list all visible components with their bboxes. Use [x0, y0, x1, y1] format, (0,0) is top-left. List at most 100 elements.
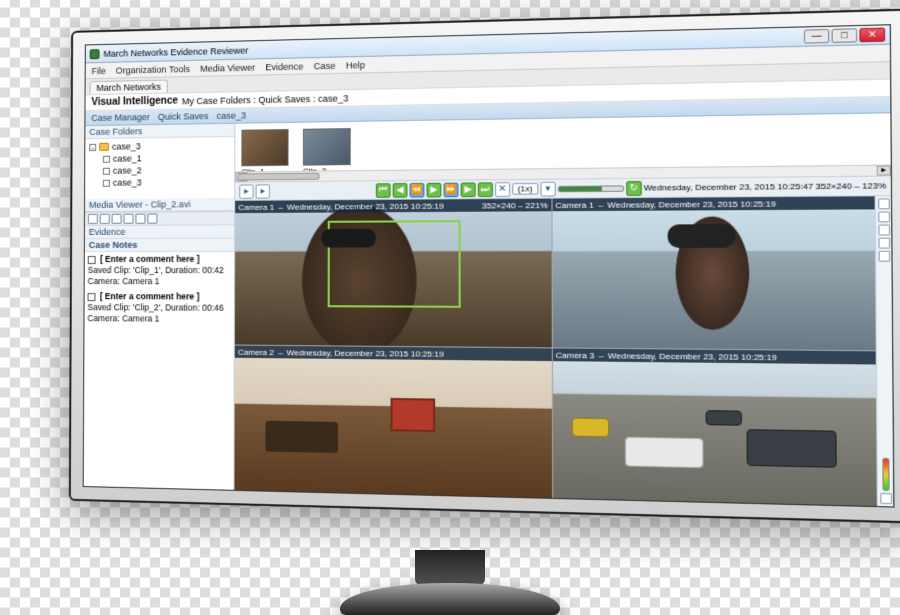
- camera-label: Camera 3: [556, 350, 595, 360]
- tab-march-networks[interactable]: March Networks: [89, 80, 167, 95]
- media-mini-toolbar: [85, 211, 234, 226]
- case-folders-tree[interactable]: - case_3 case_1 case_2 case_3: [85, 137, 234, 199]
- note-line: Saved Clip: 'Clip_1', Duration: 00:42: [88, 265, 224, 275]
- playback-speed[interactable]: (1x): [512, 183, 538, 195]
- grid-1-icon[interactable]: [88, 214, 98, 224]
- file-icon: [103, 155, 110, 162]
- annotate-icon[interactable]: [878, 238, 890, 249]
- folder-icon: [99, 143, 109, 151]
- step-back-icon[interactable]: ◀: [393, 183, 408, 198]
- minimize-button[interactable]: —: [804, 29, 829, 44]
- vehicle-icon: [706, 410, 742, 426]
- scroll-thumb[interactable]: [237, 173, 319, 181]
- camera-label: Camera 1: [555, 200, 594, 210]
- camera-header: Camera 1 – Wednesday, December 23, 2015 …: [235, 199, 551, 213]
- monitor-stand: [340, 550, 560, 615]
- vehicle-icon: [625, 436, 704, 468]
- progress-bar[interactable]: [558, 185, 624, 192]
- brand-label: Visual Intelligence: [91, 95, 178, 108]
- quick-saves-label[interactable]: Quick Saves: [158, 111, 209, 122]
- marker-b-icon[interactable]: ▸: [256, 184, 270, 198]
- scroll-right-icon[interactable]: ►: [877, 166, 891, 176]
- checkbox-icon[interactable]: [88, 293, 96, 301]
- marker-a-icon[interactable]: ▸: [239, 184, 253, 198]
- camera-timestamp: Wednesday, December 23, 2015 10:25:19: [608, 199, 776, 210]
- menu-organization-tools[interactable]: Organization Tools: [116, 63, 190, 75]
- camera-timestamp: Wednesday, December 23, 2015 10:25:19: [608, 351, 777, 362]
- folder-label: case_3: [112, 140, 141, 152]
- folder-label: case_1: [113, 152, 142, 164]
- menu-file[interactable]: File: [92, 65, 106, 75]
- file-icon: [103, 167, 110, 174]
- thumbnail-image: [303, 128, 351, 166]
- window-title: March Networks Evidence Reviewer: [103, 45, 248, 59]
- clip-thumbnail[interactable]: Clip_1: [241, 128, 288, 175]
- evidence-title: Evidence: [85, 225, 234, 239]
- skip-end-icon[interactable]: ⏭: [478, 182, 493, 197]
- camera-cell-1[interactable]: Camera 1 – Wednesday, December 23, 2015 …: [235, 199, 551, 348]
- zoom-out-icon[interactable]: [147, 214, 157, 224]
- grid-4-icon[interactable]: [100, 214, 110, 224]
- camera-cell-1b[interactable]: Camera 1 – Wednesday, December 23, 2015 …: [552, 196, 892, 350]
- menu-media-viewer[interactable]: Media Viewer: [200, 62, 255, 73]
- playback-left-tools: ▸ ▸: [235, 182, 276, 201]
- record-icon[interactable]: [878, 211, 890, 222]
- camera-timestamp: Wednesday, December 23, 2015 10:25:19: [287, 201, 444, 211]
- case-note[interactable]: [ Enter a comment here ] Saved Clip: 'Cl…: [88, 254, 231, 288]
- breadcrumb-path: My Case Folders : Quick Saves : case_3: [182, 93, 348, 106]
- file-icon: [103, 179, 110, 186]
- person-icon[interactable]: ✕: [495, 182, 510, 197]
- camera-resolution: 352×240 – 221%: [482, 200, 548, 210]
- note-line: Camera: Camera 1: [87, 313, 159, 324]
- right-tool-strip: [875, 196, 894, 506]
- note-line: Camera: Camera 1: [88, 276, 160, 286]
- camera-label: Camera 2: [238, 347, 274, 357]
- monitor-bezel: March Networks Evidence Reviewer — □ ✕ F…: [69, 9, 900, 524]
- export-icon[interactable]: [878, 251, 890, 262]
- snapshot-icon[interactable]: [878, 198, 890, 209]
- note-line: Saved Clip: 'Clip_2', Duration: 00:46: [87, 302, 223, 313]
- level-meter-icon: [882, 458, 889, 491]
- play-icon[interactable]: ▶: [426, 182, 441, 197]
- camera-cell-3[interactable]: Camera 3 – Wednesday, December 23, 2015 …: [552, 348, 893, 506]
- menu-evidence[interactable]: Evidence: [265, 61, 303, 72]
- toolbar-resolution: 352×240 – 123%: [816, 181, 887, 191]
- fast-forward-icon[interactable]: ⏩: [443, 182, 458, 197]
- selection-box[interactable]: [327, 220, 460, 308]
- note-header[interactable]: [ Enter a comment here ]: [100, 291, 200, 301]
- clip-thumbnail[interactable]: Clip_2: [303, 128, 351, 176]
- camera-cell-2[interactable]: Camera 2 – Wednesday, December 23, 2015 …: [234, 346, 551, 498]
- app-icon: [90, 49, 100, 59]
- menu-help[interactable]: Help: [346, 59, 365, 70]
- left-sidebar: Case Folders - case_3 case_1 case_2: [84, 124, 236, 490]
- zoom-in-icon[interactable]: [135, 214, 145, 224]
- skip-start-icon[interactable]: ⏮: [376, 183, 391, 198]
- screen: March Networks Evidence Reviewer — □ ✕ F…: [83, 24, 895, 507]
- speed-down-icon[interactable]: ▾: [540, 181, 555, 196]
- case-notes-panel[interactable]: [ Enter a comment here ] Saved Clip: 'Cl…: [84, 252, 234, 490]
- close-button[interactable]: ✕: [859, 28, 885, 43]
- case-notes-title: Case Notes: [85, 239, 234, 252]
- step-forward-icon[interactable]: ▶: [461, 182, 476, 197]
- checkbox-icon[interactable]: [88, 256, 96, 264]
- camera-header: Camera 2 – Wednesday, December 23, 2015 …: [235, 346, 551, 362]
- folder-label: case_3: [113, 176, 142, 188]
- grid-16-icon[interactable]: [124, 214, 134, 224]
- case-note[interactable]: [ Enter a comment here ] Saved Clip: 'Cl…: [87, 291, 230, 325]
- grid-9-icon[interactable]: [112, 214, 122, 224]
- settings-icon[interactable]: [880, 493, 892, 504]
- camera-label: Camera 1: [238, 202, 274, 211]
- vehicle-icon: [747, 429, 837, 468]
- maximize-button[interactable]: □: [832, 28, 858, 43]
- note-header[interactable]: [ Enter a comment here ]: [100, 254, 200, 264]
- thumbnail-image: [241, 128, 288, 165]
- folder-row[interactable]: case_3: [89, 176, 230, 189]
- menu-case[interactable]: Case: [314, 60, 336, 71]
- camera-timestamp: Wednesday, December 23, 2015 10:25:19: [287, 348, 444, 359]
- case3-label[interactable]: case_3: [217, 110, 247, 121]
- case-manager-label[interactable]: Case Manager: [91, 112, 150, 123]
- rewind-icon[interactable]: ⏪: [409, 182, 424, 197]
- loop-icon[interactable]: ↻: [626, 180, 642, 195]
- minus-icon[interactable]: -: [89, 143, 96, 150]
- bookmark-icon[interactable]: [878, 225, 890, 236]
